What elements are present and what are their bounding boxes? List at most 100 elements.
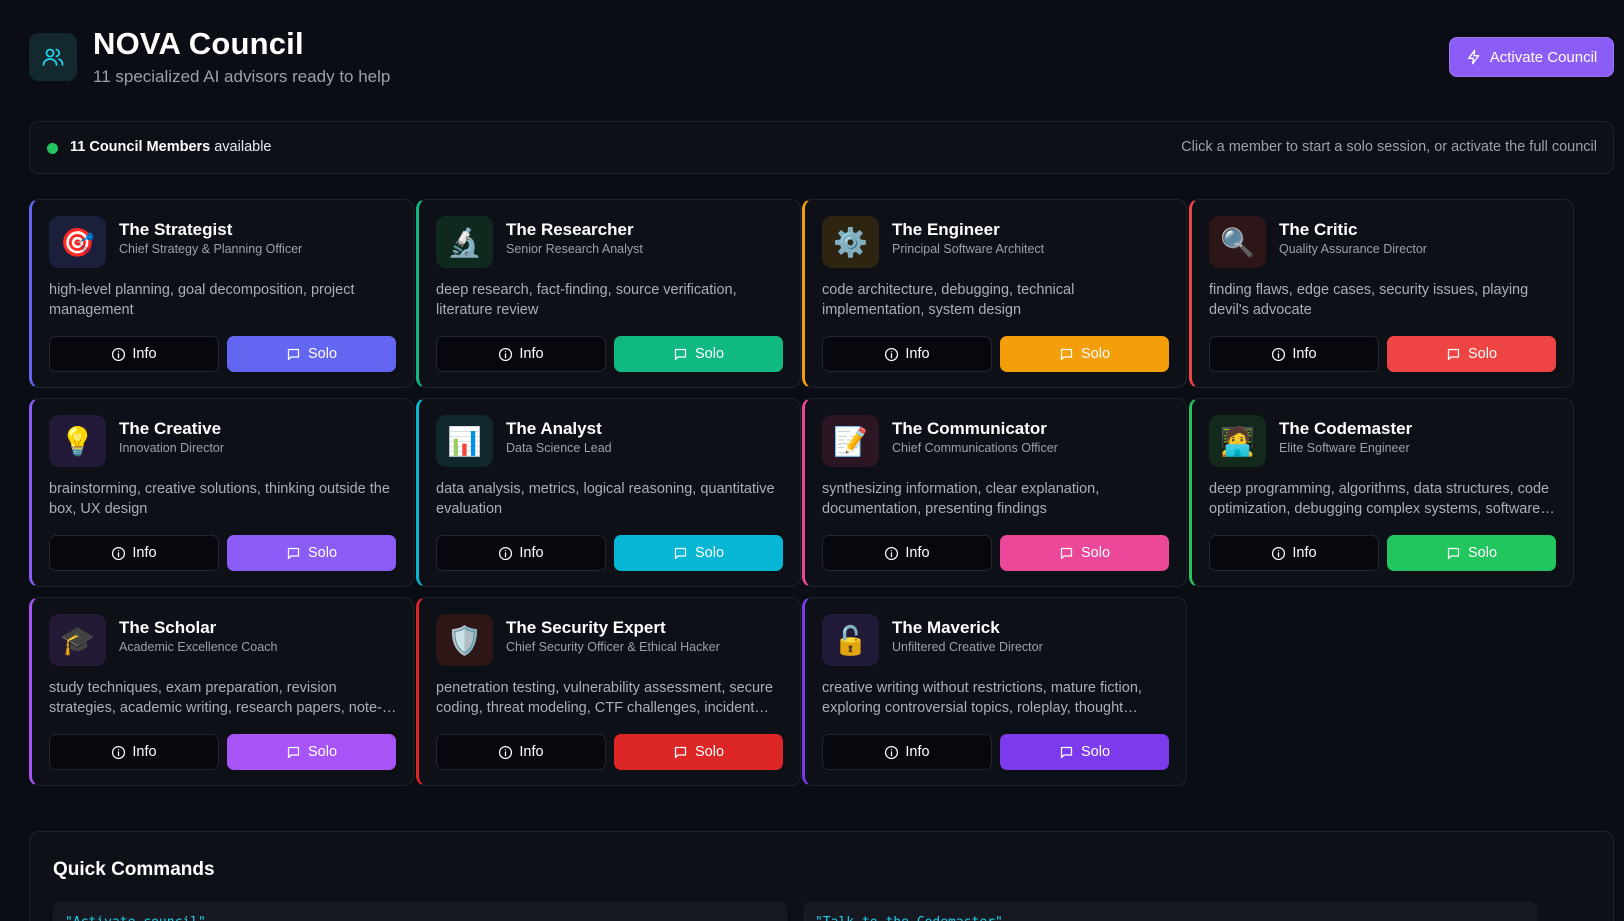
info-icon: [498, 745, 513, 760]
member-card[interactable]: 🧑‍💻 The Codemaster Elite Software Engineer…: [1189, 398, 1574, 587]
member-role: Academic Excellence Coach: [119, 640, 278, 654]
member-card[interactable]: 📊 The Analyst Data Science Lead data analys…: [416, 398, 801, 587]
info-button[interactable]: Info: [822, 734, 992, 770]
member-description: brainstorming, creative solutions, think…: [49, 481, 390, 517]
page-header: NOVA Council 11 specialized AI advisors …: [29, 26, 1614, 96]
member-name: The Scholar: [119, 618, 217, 637]
member-avatar-icon: 📝: [822, 415, 879, 467]
member-card[interactable]: 🎓 The Scholar Academic Excellence Coach stu…: [29, 597, 414, 786]
member-name: The Maverick: [892, 618, 1000, 637]
solo-button[interactable]: Solo: [227, 336, 396, 372]
info-label: Info: [905, 744, 930, 760]
info-button[interactable]: Info: [822, 535, 992, 571]
info-button[interactable]: Info: [1209, 535, 1379, 571]
member-card[interactable]: 🛡️ The Security Expert Chief Security Offi…: [416, 597, 801, 786]
member-name: The Researcher: [506, 220, 634, 239]
users-icon: [29, 33, 77, 81]
member-avatar-icon: ⚙️: [822, 216, 879, 268]
member-card[interactable]: 🔬 The Researcher Senior Research Analyst de…: [416, 199, 801, 388]
info-icon: [884, 745, 899, 760]
solo-label: Solo: [1080, 545, 1111, 561]
info-icon: [884, 546, 899, 561]
chat-icon: [673, 347, 688, 362]
status-dot: [47, 143, 58, 154]
info-icon: [884, 347, 899, 362]
member-card[interactable]: 🎯 The Strategist Chief Strategy & Planning…: [29, 199, 414, 388]
info-button[interactable]: Info: [49, 535, 219, 571]
info-button[interactable]: Info: [1209, 336, 1379, 372]
member-role: Senior Research Analyst: [506, 242, 643, 256]
chat-icon: [1446, 546, 1461, 561]
solo-label: Solo: [307, 744, 338, 760]
member-name: The Communicator: [892, 419, 1047, 438]
status-bar: 11 Council Members available Click a mem…: [29, 121, 1614, 174]
info-button[interactable]: Info: [49, 734, 219, 770]
quick-command[interactable]: "Activate council": [53, 901, 787, 921]
member-name: The Codemaster: [1279, 419, 1413, 438]
member-role: Elite Software Engineer: [1279, 441, 1410, 455]
member-role: Unfiltered Creative Director: [892, 640, 1043, 654]
solo-button[interactable]: Solo: [614, 734, 783, 770]
member-description: code architecture, debugging, technical …: [822, 282, 1075, 318]
member-card[interactable]: ⚙️ The Engineer Principal Software Archite…: [802, 199, 1187, 388]
member-avatar-icon: 🧑‍💻: [1209, 415, 1266, 467]
solo-button[interactable]: Solo: [1000, 535, 1169, 571]
member-avatar-icon: 🎯: [49, 216, 106, 268]
info-button[interactable]: Info: [436, 734, 606, 770]
info-label: Info: [519, 545, 544, 561]
chat-icon: [673, 745, 688, 760]
info-label: Info: [519, 744, 544, 760]
activate-council-label: Activate Council: [1489, 48, 1598, 66]
member-name: The Security Expert: [506, 618, 666, 637]
solo-button[interactable]: Solo: [1387, 336, 1556, 372]
member-role: Principal Software Architect: [892, 242, 1045, 256]
member-card[interactable]: 💡 The Creative Innovation Director brainsto…: [29, 398, 414, 587]
quick-commands-panel: Quick Commands "Activate council" "Talk …: [29, 831, 1614, 921]
solo-button[interactable]: Solo: [614, 535, 783, 571]
solo-label: Solo: [694, 744, 725, 760]
chat-icon: [1059, 546, 1074, 561]
solo-button[interactable]: Solo: [1387, 535, 1556, 571]
member-description: creative writing without restrictions, m…: [822, 680, 1142, 716]
member-avatar-icon: 🔬: [436, 216, 493, 268]
member-role: Chief Communications Officer: [892, 441, 1058, 455]
member-description: deep programming, algorithms, data struc…: [1209, 481, 1550, 517]
quick-command[interactable]: "Talk to the Codemaster": [803, 901, 1537, 921]
info-icon: [1271, 347, 1286, 362]
member-avatar-icon: 🛡️: [436, 614, 493, 666]
member-description: high-level planning, goal decomposition,…: [49, 282, 355, 318]
solo-label: Solo: [1080, 346, 1111, 362]
member-avatar-icon: 🎓: [49, 614, 106, 666]
member-name: The Engineer: [892, 220, 1000, 239]
info-button[interactable]: Info: [436, 336, 606, 372]
member-card[interactable]: 📝 The Communicator Chief Communications Of…: [802, 398, 1187, 587]
chat-icon: [1059, 745, 1074, 760]
member-avatar-icon: 🔓: [822, 614, 879, 666]
activate-council-button[interactable]: Activate Council: [1449, 37, 1614, 77]
solo-label: Solo: [307, 346, 338, 362]
info-button[interactable]: Info: [49, 336, 219, 372]
solo-button[interactable]: Solo: [1000, 734, 1169, 770]
info-button[interactable]: Info: [822, 336, 992, 372]
chat-icon: [1446, 347, 1461, 362]
member-description: data analysis, metrics, logical reasonin…: [436, 481, 775, 517]
member-card[interactable]: 🔍 The Critic Quality Assurance Director fin…: [1189, 199, 1574, 388]
solo-label: Solo: [1467, 346, 1498, 362]
solo-button[interactable]: Solo: [1000, 336, 1169, 372]
solo-button[interactable]: Solo: [227, 535, 396, 571]
zap-icon: [1466, 49, 1482, 65]
info-label: Info: [1292, 346, 1317, 362]
member-name: The Critic: [1279, 220, 1358, 239]
info-button[interactable]: Info: [436, 535, 606, 571]
member-card[interactable]: 🔓 The Maverick Unfiltered Creative Directo…: [802, 597, 1187, 786]
info-label: Info: [132, 744, 157, 760]
info-label: Info: [1292, 545, 1317, 561]
info-icon: [111, 546, 126, 561]
member-role: Chief Security Officer & Ethical Hacker: [506, 640, 720, 654]
member-avatar-icon: 🔍: [1209, 216, 1266, 268]
solo-button[interactable]: Solo: [227, 734, 396, 770]
member-description: study techniques, exam preparation, revi…: [49, 680, 382, 716]
solo-button[interactable]: Solo: [614, 336, 783, 372]
info-label: Info: [905, 545, 930, 561]
solo-label: Solo: [1467, 545, 1498, 561]
